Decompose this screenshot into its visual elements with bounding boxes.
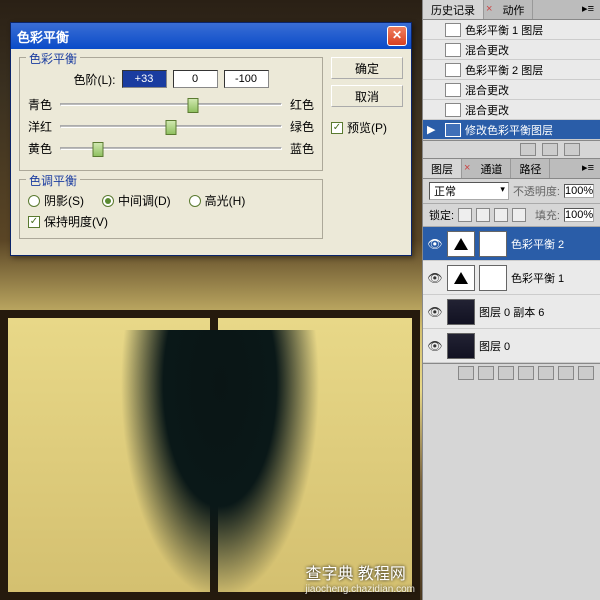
blend-mode-select[interactable]: 正常 [429, 182, 509, 200]
lock-transparent-icon[interactable] [458, 208, 472, 222]
history-list: 色彩平衡 1 图层 混合更改 色彩平衡 2 图层 混合更改 混合更改 ▶修改色彩… [423, 20, 600, 140]
layer-row[interactable]: 👁图层 0 副本 6 [423, 295, 600, 329]
panel-menu-icon[interactable]: ▸≡ [576, 0, 600, 19]
slider-label-cyan: 青色 [28, 96, 54, 113]
preserve-luminosity-checkbox[interactable]: ✓保持明度(V) [28, 213, 314, 230]
layers-list: 👁色彩平衡 2 👁色彩平衡 1 👁图层 0 副本 6 👁图层 0 [423, 227, 600, 363]
history-item[interactable]: ▶修改色彩平衡图层 [423, 120, 600, 140]
close-icon[interactable]: ✕ [387, 26, 407, 46]
group-title: 色调平衡 [26, 172, 80, 189]
tab-channels[interactable]: 通道 [472, 159, 511, 178]
slider-label-blue: 蓝色 [288, 140, 314, 157]
visibility-icon[interactable]: 👁 [427, 339, 443, 353]
mask-icon[interactable] [498, 366, 514, 380]
lock-position-icon[interactable] [494, 208, 508, 222]
panels-dock: 历史记录 × 动作 ▸≡ 色彩平衡 1 图层 混合更改 色彩平衡 2 图层 混合… [422, 0, 600, 600]
new-doc-icon[interactable] [542, 143, 558, 156]
visibility-icon[interactable]: 👁 [427, 305, 443, 319]
shadows-radio[interactable]: 阴影(S) [28, 192, 84, 209]
trash-icon[interactable] [578, 366, 594, 380]
color-balance-dialog: 色彩平衡 ✕ 色彩平衡 色阶(L): 青色 红色 洋红 [10, 22, 412, 256]
slider-label-green: 绿色 [288, 118, 314, 135]
watermark: 查字典 教程网 jiaocheng.chazidian.com [305, 560, 415, 595]
slider-label-yellow: 黄色 [28, 140, 54, 157]
history-item[interactable]: 色彩平衡 2 图层 [423, 60, 600, 80]
tab-paths[interactable]: 路径 [511, 159, 550, 178]
history-item[interactable]: 色彩平衡 1 图层 [423, 20, 600, 40]
history-item[interactable]: 混合更改 [423, 40, 600, 60]
tone-balance-group: 色调平衡 阴影(S) 中间调(D) 高光(H) ✓保持明度(V) [19, 179, 323, 239]
fill-label: 填充: [535, 207, 560, 223]
group-title: 色彩平衡 [26, 50, 80, 67]
color-balance-group: 色彩平衡 色阶(L): 青色 红色 洋红 绿色 [19, 57, 323, 171]
magenta-green-slider[interactable] [60, 125, 282, 128]
slider-label-magenta: 洋红 [28, 118, 54, 135]
opacity-input[interactable]: 100% [564, 184, 594, 198]
history-item[interactable]: 混合更改 [423, 80, 600, 100]
layer-row[interactable]: 👁图层 0 [423, 329, 600, 363]
yellow-blue-slider[interactable] [60, 147, 282, 150]
slider-label-red: 红色 [288, 96, 314, 113]
new-layer-icon[interactable] [558, 366, 574, 380]
midtones-radio[interactable]: 中间调(D) [102, 192, 171, 209]
lock-label: 锁定: [429, 207, 454, 223]
level-yellow-blue-input[interactable] [224, 70, 269, 88]
dialog-titlebar[interactable]: 色彩平衡 ✕ [11, 23, 411, 49]
snapshot-icon[interactable] [520, 143, 536, 156]
dialog-title: 色彩平衡 [17, 27, 69, 46]
visibility-icon[interactable]: 👁 [427, 237, 443, 251]
layer-row[interactable]: 👁色彩平衡 2 [423, 227, 600, 261]
tab-layers[interactable]: 图层 [423, 159, 462, 178]
link-icon[interactable] [458, 366, 474, 380]
cyan-red-slider[interactable] [60, 103, 282, 106]
level-cyan-red-input[interactable] [122, 70, 167, 88]
layer-row[interactable]: 👁色彩平衡 1 [423, 261, 600, 295]
levels-label: 色阶(L): [73, 71, 115, 88]
lock-all-icon[interactable] [512, 208, 526, 222]
preview-checkbox[interactable]: ✓预览(P) [331, 119, 403, 136]
cancel-button[interactable]: 取消 [331, 85, 403, 107]
highlights-radio[interactable]: 高光(H) [189, 192, 246, 209]
level-magenta-green-input[interactable] [173, 70, 218, 88]
fill-input[interactable]: 100% [564, 208, 594, 222]
lock-pixels-icon[interactable] [476, 208, 490, 222]
folder-icon[interactable] [538, 366, 554, 380]
opacity-label: 不透明度: [513, 183, 560, 199]
history-item[interactable]: 混合更改 [423, 100, 600, 120]
fx-icon[interactable] [478, 366, 494, 380]
visibility-icon[interactable]: 👁 [427, 271, 443, 285]
panel-menu-icon[interactable]: ▸≡ [576, 159, 600, 178]
trash-icon[interactable] [564, 143, 580, 156]
adjustment-icon[interactable] [518, 366, 534, 380]
tab-history[interactable]: 历史记录 [423, 0, 484, 19]
ok-button[interactable]: 确定 [331, 57, 403, 79]
tab-actions[interactable]: 动作 [494, 0, 533, 19]
